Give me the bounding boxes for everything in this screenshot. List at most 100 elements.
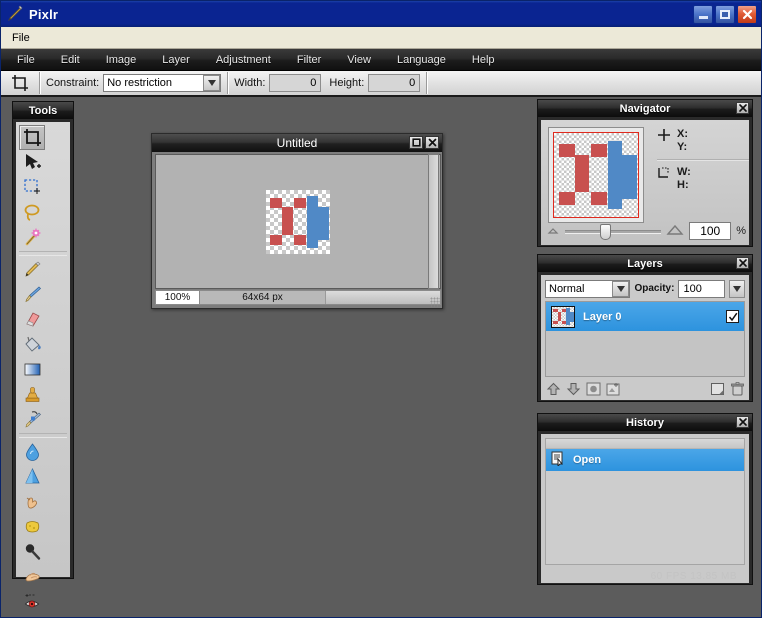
crop-tool[interactable] xyxy=(19,125,45,150)
close-button[interactable] xyxy=(737,4,757,24)
menu-edit[interactable]: Edit xyxy=(51,51,90,69)
blend-mode-select[interactable]: Normal xyxy=(545,279,631,298)
move-layer-down-button[interactable] xyxy=(565,382,581,397)
navigator-x-label: X: xyxy=(677,128,688,140)
height-input[interactable]: 0 xyxy=(368,74,421,92)
arrow-down-icon xyxy=(566,383,580,396)
layers-close-button[interactable] xyxy=(736,257,749,269)
replace-color-tool[interactable] xyxy=(19,407,45,432)
artwork-rect xyxy=(590,143,607,157)
menu-layer[interactable]: Layer xyxy=(152,51,200,69)
move-tool[interactable] xyxy=(19,150,45,175)
chevron-down-icon[interactable] xyxy=(612,280,630,297)
history-panel: History Open 60 FPS 13.85 MB xyxy=(537,413,753,585)
navigator-zoom-slider[interactable] xyxy=(565,223,662,240)
navigator-zoom-input[interactable]: 100 xyxy=(689,222,732,240)
new-layer-button[interactable] xyxy=(709,382,725,397)
eraser-tool[interactable] xyxy=(19,307,45,332)
brush-tool[interactable] xyxy=(19,282,45,307)
app-menu-file[interactable]: File xyxy=(5,30,37,46)
sponge-tool[interactable] xyxy=(19,514,45,539)
clone-stamp-tool[interactable] xyxy=(19,382,45,407)
document-resize-grip[interactable] xyxy=(430,297,440,307)
open-document-icon xyxy=(551,451,566,469)
move-layer-up-button[interactable] xyxy=(545,382,561,397)
menu-file[interactable]: File xyxy=(7,51,45,69)
check-icon xyxy=(728,312,737,321)
new-layer-icon xyxy=(710,383,724,395)
layer-styles-button[interactable] xyxy=(605,382,621,397)
width-input[interactable]: 0 xyxy=(269,74,322,92)
minimize-button[interactable] xyxy=(693,4,713,24)
opacity-input[interactable]: 100 xyxy=(678,279,726,298)
navigator-thumbnail[interactable] xyxy=(553,132,639,218)
artwork-rect xyxy=(553,320,558,324)
opacity-dropdown-button[interactable] xyxy=(729,279,746,298)
menu-image[interactable]: Image xyxy=(96,51,147,69)
options-separator-1 xyxy=(39,72,40,94)
gradient-tool[interactable] xyxy=(19,357,45,382)
marquee-select-tool[interactable] xyxy=(19,175,45,200)
list-item[interactable]: Open xyxy=(546,449,744,471)
document-zoom-level[interactable]: 100% xyxy=(156,291,200,304)
layers-panel-header: Layers xyxy=(538,255,752,272)
arrow-up-icon xyxy=(546,382,560,395)
artwork-rect xyxy=(559,192,575,206)
lasso-tool[interactable] xyxy=(19,200,45,225)
menu-help[interactable]: Help xyxy=(462,51,505,69)
tools-panel-header: Tools xyxy=(13,102,73,119)
blur-tool[interactable] xyxy=(19,439,45,464)
red-eye-tool[interactable] xyxy=(19,589,45,614)
doodle-tool[interactable] xyxy=(19,614,45,618)
navigator-selection-row: W: H: xyxy=(657,166,749,192)
smudge-tool[interactable] xyxy=(19,489,45,514)
layer-mask-button[interactable] xyxy=(585,382,601,397)
layer-visibility-checkbox[interactable] xyxy=(726,310,739,323)
document-restore-button[interactable] xyxy=(409,136,423,149)
tool-options-bar: Constraint: No restriction Width: 0 Heig… xyxy=(1,71,761,97)
history-item-label: Open xyxy=(573,454,602,466)
dodge-tool[interactable] xyxy=(19,539,45,564)
layers-panel-title: Layers xyxy=(627,257,663,270)
menu-language[interactable]: Language xyxy=(387,51,456,69)
menu-view[interactable]: View xyxy=(337,51,381,69)
window-controls xyxy=(693,4,757,24)
document-canvas-area[interactable] xyxy=(155,154,441,289)
paint-bucket-tool[interactable] xyxy=(19,332,45,357)
document-status-bar: 100% 64x64 px xyxy=(155,290,441,305)
chevron-down-icon[interactable] xyxy=(203,75,221,91)
burn-tool[interactable] xyxy=(19,564,45,589)
artwork-rect xyxy=(270,234,282,245)
sharpen-tool[interactable] xyxy=(19,464,45,489)
close-icon xyxy=(738,259,747,267)
opacity-value: 100 xyxy=(683,282,702,295)
canvas-artwork[interactable] xyxy=(266,189,330,254)
menu-filter[interactable]: Filter xyxy=(287,51,331,69)
navigator-zoom-slider-handle[interactable] xyxy=(599,223,611,240)
document-title-bar[interactable]: Untitled xyxy=(152,134,442,152)
navigator-panel: Navigator X: Y: W: H: 100 % xyxy=(537,99,753,247)
delete-layer-button[interactable] xyxy=(729,382,745,397)
navigator-h-label: H: xyxy=(677,179,689,191)
table-row[interactable]: Layer 0 xyxy=(546,302,744,331)
history-close-button[interactable] xyxy=(736,416,749,428)
wand-select-tool[interactable] xyxy=(19,225,45,250)
layers-footer-toolbar xyxy=(545,380,745,398)
large-triangle-icon[interactable] xyxy=(666,224,684,238)
artwork-rect xyxy=(294,197,306,208)
menu-adjustment[interactable]: Adjustment xyxy=(206,51,281,69)
small-triangle-icon[interactable] xyxy=(546,225,560,237)
constraint-select[interactable]: No restriction xyxy=(103,74,222,92)
navigator-cursor-row: X: Y: xyxy=(657,128,749,154)
navigator-close-button[interactable] xyxy=(736,102,749,114)
document-close-button[interactable] xyxy=(425,136,439,149)
document-vertical-scrollbar[interactable] xyxy=(428,154,439,289)
trash-icon xyxy=(730,382,744,396)
layer-thumbnail[interactable] xyxy=(551,305,575,328)
maximize-button[interactable] xyxy=(715,4,735,24)
artwork-rect xyxy=(318,206,329,240)
document-window[interactable]: Untitled 100% 64x64 px xyxy=(151,133,443,309)
pencil-tool[interactable] xyxy=(19,257,45,282)
navigator-thumbnail-frame[interactable] xyxy=(548,127,644,223)
pixlr-menu-bar: File Edit Image Layer Adjustment Filter … xyxy=(1,49,761,71)
